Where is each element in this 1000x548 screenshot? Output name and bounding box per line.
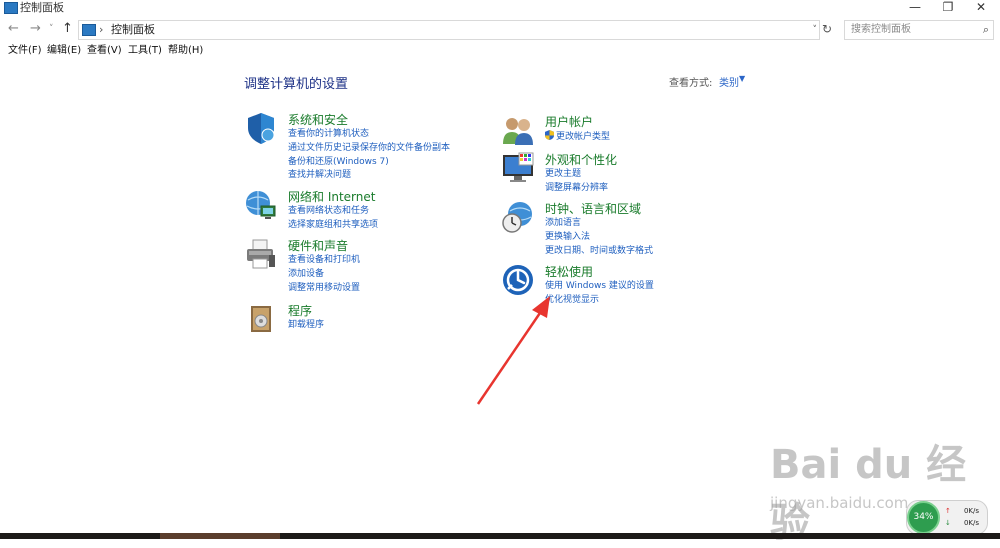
users-icon[interactable] [501,113,535,147]
category-title[interactable]: 系统和安全 [288,111,348,128]
menu-view[interactable]: 查看(V) [87,43,122,59]
link-network-status[interactable]: 查看网络状态和任务 [288,205,378,219]
search-input[interactable]: 搜索控制面板 ⌕ [844,20,994,40]
monitor-palette-icon[interactable] [501,151,535,185]
menu-file[interactable]: 文件(F) [8,43,42,59]
link-date-time-format[interactable]: 更改日期、时间或数字格式 [545,245,653,259]
taskbar [0,533,1000,539]
link-optimize-visual-display[interactable]: 优化视觉显示 [545,294,654,308]
up-button[interactable]: ↑ [62,21,73,37]
view-by-select[interactable]: 类别 [719,74,739,89]
title-bar: 控制面板 — ❐ ✕ [0,0,1000,17]
programs-icon[interactable] [244,302,278,336]
link-view-computer-status[interactable]: 查看你的计算机状态 [288,128,450,142]
category-title[interactable]: 外观和个性化 [545,151,617,168]
caret-down-icon[interactable]: ▼ [739,74,745,83]
link-mobility-settings[interactable]: 调整常用移动设置 [288,282,360,296]
address-bar[interactable]: › 控制面板 ˅ [78,20,820,40]
breadcrumb[interactable]: 控制面板 [111,21,155,39]
category-title[interactable]: 用户帐户 [545,113,593,130]
forward-button[interactable]: → [30,21,41,37]
category-title[interactable]: 时钟、语言和区域 [545,200,641,217]
upload-speed: 0K/s [963,507,979,515]
menu-bar: 文件(F) 编辑(E) 查看(V) 工具(T) 帮助(H) [0,43,1000,59]
page-title: 调整计算机的设置 [244,77,349,92]
link-file-history[interactable]: 通过文件历史记录保存你的文件备份副本 [288,142,450,156]
navigation-bar: ← → ˅ ↑ › 控制面板 ˅ ↻ 搜索控制面板 ⌕ [0,18,1000,42]
link-uninstall-program[interactable]: 卸载程序 [288,319,324,333]
control-panel-icon [82,24,96,36]
link-add-device[interactable]: 添加设备 [288,268,360,282]
uac-shield-icon [545,130,554,140]
link-change-input-method[interactable]: 更换输入法 [545,231,653,245]
link-change-theme[interactable]: 更改主题 [545,168,608,182]
shield-icon[interactable] [244,111,278,145]
taskbar-wallpaper-strip [160,533,280,539]
link-backup-restore[interactable]: 备份和还原(Windows 7) [288,156,450,170]
printer-icon[interactable] [244,237,278,271]
memory-usage-gauge[interactable]: 34% [907,501,940,534]
search-placeholder: 搜索控制面板 [851,24,911,35]
refresh-icon[interactable]: ↻ [820,21,834,37]
search-icon[interactable]: ⌕ [983,21,989,39]
category-title[interactable]: 网络和 Internet [288,188,375,205]
link-windows-recommended-settings[interactable]: 使用 Windows 建议的设置 [545,280,654,294]
chevron-down-icon[interactable]: ˅ [813,21,818,39]
category-title[interactable]: 轻松使用 [545,263,593,280]
view-by-label: 查看方式: [669,78,713,89]
network-monitor-widget[interactable]: 34% ↑ ↓ 0K/s 0K/s [906,500,988,535]
category-title[interactable]: 硬件和声音 [288,237,348,254]
link-homegroup-sharing[interactable]: 选择家庭组和共享选项 [288,219,378,233]
link-troubleshoot[interactable]: 查找并解决问题 [288,169,450,183]
link-devices-printers[interactable]: 查看设备和打印机 [288,254,360,268]
upload-arrow-icon: ↑ [945,507,951,515]
link-screen-resolution[interactable]: 调整屏幕分辨率 [545,182,608,196]
link-add-language[interactable]: 添加语言 [545,217,653,231]
control-panel-icon [4,2,18,14]
maximize-button[interactable]: ❐ [933,0,963,16]
link-change-account-type-label[interactable]: 更改帐户类型 [556,132,610,142]
menu-help[interactable]: 帮助(H) [168,43,203,59]
annotation-arrow [476,296,550,405]
close-button[interactable]: ✕ [966,0,996,16]
download-arrow-icon: ↓ [945,519,951,527]
menu-tools[interactable]: 工具(T) [128,43,162,59]
menu-edit[interactable]: 编辑(E) [47,43,81,59]
download-speed: 0K/s [963,519,979,527]
globe-network-icon[interactable] [244,188,278,222]
back-button[interactable]: ← [8,21,19,37]
breadcrumb-separator[interactable]: › [99,21,103,39]
link-change-account-type[interactable]: 更改帐户类型 [545,130,610,145]
watermark-url: jingyan.baidu.com [770,494,909,512]
window-title: 控制面板 [20,1,64,14]
category-title[interactable]: 程序 [288,302,312,319]
minimize-button[interactable]: — [900,0,930,16]
clock-globe-icon[interactable] [501,200,535,234]
recent-locations-dropdown[interactable]: ˅ [49,21,54,37]
